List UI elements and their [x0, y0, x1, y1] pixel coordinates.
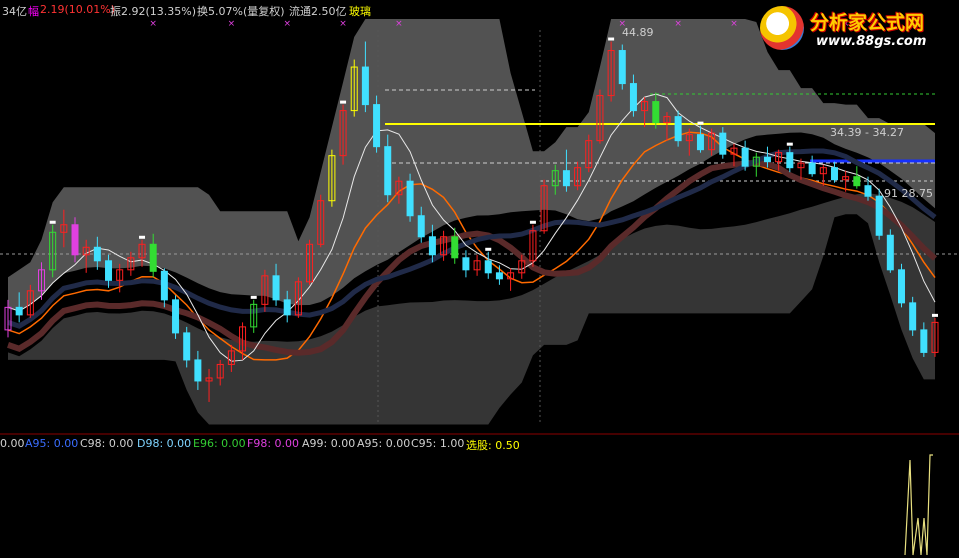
candle-body [875, 195, 883, 236]
candle-80 [897, 263, 905, 308]
readout-d98: D98: 0.00 [137, 437, 192, 450]
candle-body [71, 224, 79, 256]
logo-badge-icon [760, 6, 804, 50]
candle-body [652, 101, 660, 124]
candle-body [272, 275, 280, 301]
header-item-3: 振2.92(13.35%) [110, 5, 197, 18]
candle-43 [484, 251, 492, 279]
readout-f98: F98: 0.00 [247, 437, 300, 450]
candle-76 [853, 166, 861, 189]
candle-body [283, 299, 291, 316]
high-marker-8 [786, 142, 793, 146]
readout-a99: A99: 0.00 [302, 437, 356, 450]
candle-body [786, 152, 794, 169]
candle-body [741, 147, 749, 167]
candle-body [149, 243, 157, 272]
candle-body [183, 332, 191, 361]
candle-body [194, 359, 202, 382]
readout-0: 0.00 [0, 437, 25, 450]
candle-body [853, 176, 861, 187]
high-marker-0 [49, 220, 56, 224]
high-marker-1 [139, 235, 146, 239]
high-marker-3 [340, 100, 347, 104]
price-label-high: 44.89 [622, 26, 654, 39]
readout-a95: A95: 0.00 [25, 437, 79, 450]
candle-body [105, 260, 113, 281]
main-price-chart: × × × × × × × × × [0, 19, 959, 425]
header-item-5: (量复权) [243, 5, 285, 18]
high-marker-4 [485, 247, 492, 251]
price-label-low: 91 28.75 [884, 187, 933, 200]
candle-74 [830, 161, 838, 183]
candle-body [830, 167, 838, 181]
candle-body [864, 185, 872, 197]
logo-url: www.88gs.com [816, 34, 927, 49]
candle-55 [618, 44, 626, 90]
candle-body [808, 162, 816, 175]
candle-body [160, 270, 168, 301]
candle-72 [808, 155, 816, 177]
header-item-7: 玻璃 [349, 5, 371, 18]
candle-body [406, 180, 414, 217]
high-marker-9 [932, 313, 938, 317]
readout-xuangu: 选股: 0.50 [466, 439, 520, 452]
signal-line [904, 454, 933, 556]
indicator-readout-bar: 0.00 A95: 0.00 C98: 0.00 D98: 0.00 E96: … [0, 435, 959, 453]
candle-body [417, 215, 425, 238]
candle-body [674, 116, 682, 142]
candle-body [451, 236, 459, 259]
candle-14 [160, 268, 168, 308]
candle-body [629, 83, 637, 112]
readout-a95b: A95: 0.00 [357, 437, 411, 450]
candle-78 [875, 188, 883, 240]
price-label-range: 34.39 - 34.27 [830, 126, 904, 139]
high-marker-6 [608, 37, 615, 41]
candle-47 [529, 224, 537, 267]
header-item-6: 流通2.50亿 [289, 5, 347, 18]
logo-title: 分析家公式网 [810, 12, 925, 34]
candle-body [172, 299, 180, 334]
candle-22 [250, 299, 258, 333]
candle-33 [373, 95, 381, 153]
candle-body [495, 272, 503, 280]
readout-e96: E96: 0.00 [193, 437, 246, 450]
candle-body [920, 329, 928, 353]
candle-body [428, 236, 436, 256]
high-marker-5 [529, 220, 536, 224]
site-logo: 分析家公式网 www.88gs.com [760, 4, 956, 54]
candle-body [484, 260, 492, 274]
candle-body [897, 269, 905, 304]
high-marker-7 [697, 121, 704, 125]
candle-body [719, 132, 727, 155]
readout-c95: C95: 1.00 [411, 437, 465, 450]
candle-body [15, 306, 23, 316]
header-item-2: 2.19(10.01%) [40, 3, 116, 16]
candle-body [763, 156, 771, 163]
candle-81 [909, 296, 917, 336]
candle-15 [172, 295, 180, 339]
candle-42 [473, 254, 481, 276]
header-item-1: 幅 [28, 5, 39, 18]
candle-body [373, 104, 381, 148]
candle-36 [406, 173, 414, 222]
candle-body [93, 246, 101, 262]
candle-body [462, 257, 470, 271]
candle-body [384, 146, 392, 196]
candle-body [562, 170, 570, 187]
header-item-4: 换5.07% [197, 5, 243, 18]
candle-body [886, 234, 894, 271]
header-item-0: 34亿 [2, 5, 27, 18]
candle-66 [741, 140, 749, 171]
candle-body [696, 134, 704, 151]
candle-79 [886, 229, 894, 273]
candle-body [618, 50, 626, 85]
candle-body [361, 66, 369, 106]
high-marker-2 [250, 295, 257, 299]
candle-body [909, 302, 917, 331]
readout-c98: C98: 0.00 [80, 437, 134, 450]
